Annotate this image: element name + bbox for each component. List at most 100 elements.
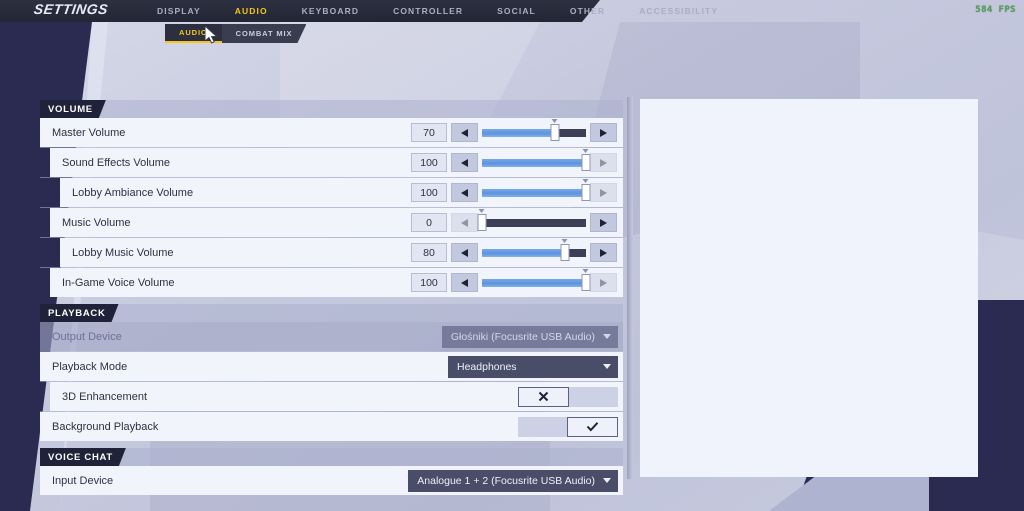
sub-tab-audio[interactable]: AUDIO bbox=[165, 24, 222, 43]
slider-notch-icon bbox=[561, 239, 568, 243]
setting-label: Output Device bbox=[52, 330, 122, 343]
toggle-3d-enhancement[interactable] bbox=[518, 386, 618, 407]
setting-label: 3D Enhancement bbox=[62, 390, 147, 403]
slider-increase-button[interactable] bbox=[590, 123, 617, 142]
slider-fill bbox=[482, 279, 586, 287]
setting-label: In-Game Voice Volume bbox=[62, 276, 175, 289]
slider-value[interactable]: 100 bbox=[411, 183, 447, 202]
setting-row-lobby-music-volume[interactable]: Lobby Music Volume 80 bbox=[60, 238, 623, 267]
nav-tab-audio[interactable]: AUDIO bbox=[218, 0, 285, 22]
page-title: SETTINGS bbox=[32, 1, 110, 17]
chevron-down-icon bbox=[603, 478, 611, 483]
slider-value[interactable]: 100 bbox=[411, 153, 447, 172]
slider-value[interactable]: 80 bbox=[411, 243, 447, 262]
slider-decrease-button[interactable] bbox=[451, 273, 478, 292]
caret-left-icon bbox=[461, 248, 468, 257]
slider-decrease-button[interactable] bbox=[451, 123, 478, 142]
slider-control: 100 bbox=[411, 269, 623, 292]
toggle-off-option[interactable] bbox=[518, 386, 569, 407]
toggle-background-playback[interactable] bbox=[518, 416, 618, 437]
slider-value[interactable]: 100 bbox=[411, 273, 447, 292]
slider-control: 100 bbox=[411, 149, 623, 172]
setting-row-music-volume[interactable]: Music Volume 0 bbox=[50, 208, 623, 237]
check-icon bbox=[586, 422, 599, 432]
slider-handle[interactable] bbox=[550, 124, 560, 141]
settings-panel: VOLUME Master Volume 70 Sound Effects Volum… bbox=[40, 100, 623, 502]
slider-control: 0 bbox=[411, 209, 623, 232]
setting-row-master-volume[interactable]: Master Volume 70 bbox=[40, 118, 623, 147]
slider-fill bbox=[482, 159, 586, 167]
caret-left-icon bbox=[461, 278, 468, 287]
setting-row-sound-effects-volume[interactable]: Sound Effects Volume 100 bbox=[50, 148, 623, 177]
slider-increase-button bbox=[590, 183, 617, 202]
caret-left-icon bbox=[461, 128, 468, 137]
slider-increase-button[interactable] bbox=[590, 243, 617, 262]
slider-value[interactable]: 70 bbox=[411, 123, 447, 142]
slider-control: 100 bbox=[411, 179, 623, 202]
dropdown-value: Analogue 1 + 2 (Focusrite USB Audio) bbox=[417, 474, 595, 487]
slider-track-area[interactable] bbox=[482, 149, 591, 172]
sub-tab-combat-mix[interactable]: COMBAT MIX bbox=[222, 24, 307, 43]
setting-row-in-game-voice-volume[interactable]: In-Game Voice Volume 100 bbox=[50, 268, 623, 297]
setting-row-input-device[interactable]: Input Device Analogue 1 + 2 (Focusrite US… bbox=[40, 466, 623, 495]
nav-tab-controller[interactable]: CONTROLLER bbox=[376, 0, 480, 22]
section-title-text: VOICE CHAT bbox=[48, 451, 113, 463]
slider-handle[interactable] bbox=[477, 214, 487, 231]
caret-left-icon bbox=[461, 218, 468, 227]
slider-decrease-button[interactable] bbox=[451, 153, 478, 172]
close-icon bbox=[538, 391, 549, 402]
sub-tab-bar: AUDIO COMBAT MIX bbox=[165, 24, 306, 43]
setting-label: Lobby Ambiance Volume bbox=[72, 186, 194, 199]
slider-track-area[interactable] bbox=[482, 239, 586, 262]
caret-right-icon bbox=[600, 248, 607, 257]
nav-tab-other[interactable]: OTHER bbox=[553, 0, 622, 22]
setting-row-output-device: Output Device Głośniki (Focusrite USB Aud… bbox=[40, 322, 623, 351]
slider-decrease-button[interactable] bbox=[451, 183, 478, 202]
caret-left-icon bbox=[461, 158, 468, 167]
slider-notch-icon bbox=[582, 179, 589, 183]
slider-increase-button bbox=[590, 153, 617, 172]
section-header-playback: PLAYBACK bbox=[40, 304, 623, 322]
dropdown-input-device[interactable]: Analogue 1 + 2 (Focusrite USB Audio) bbox=[408, 469, 618, 492]
section-title-text: PLAYBACK bbox=[48, 307, 106, 319]
slider-fill bbox=[482, 189, 586, 197]
setting-row-lobby-ambiance-volume[interactable]: Lobby Ambiance Volume 100 bbox=[60, 178, 623, 207]
section-title-tab: VOICE CHAT bbox=[40, 448, 126, 466]
chevron-down-icon bbox=[603, 364, 611, 369]
caret-right-icon bbox=[600, 128, 607, 137]
section-title-tab: PLAYBACK bbox=[40, 304, 119, 322]
slider-decrease-button[interactable] bbox=[451, 243, 478, 262]
slider-track-area[interactable] bbox=[482, 179, 591, 202]
slider-control: 80 bbox=[411, 239, 623, 262]
slider-notch-icon bbox=[582, 269, 589, 273]
nav-tab-social[interactable]: SOCIAL bbox=[480, 0, 553, 22]
nav-tab-display[interactable]: DISPLAY bbox=[140, 0, 218, 22]
setting-label: Background Playback bbox=[52, 420, 159, 433]
slider-track-area[interactable] bbox=[482, 269, 591, 292]
dropdown-playback-mode[interactable]: Headphones bbox=[448, 355, 618, 378]
setting-row-3d-enhancement[interactable]: 3D Enhancement bbox=[50, 382, 623, 411]
slider-increase-button bbox=[590, 273, 617, 292]
section-title-text: VOLUME bbox=[48, 103, 93, 115]
setting-label: Master Volume bbox=[52, 126, 126, 139]
toggle-on-option[interactable] bbox=[569, 386, 618, 407]
setting-row-background-playback[interactable]: Background Playback bbox=[40, 412, 623, 441]
slider-value[interactable]: 0 bbox=[411, 213, 447, 232]
setting-label: Input Device bbox=[52, 474, 114, 487]
section-rows: Output Device Głośniki (Focusrite USB Aud… bbox=[40, 322, 623, 441]
setting-label: Music Volume bbox=[62, 216, 131, 229]
nav-tab-accessibility[interactable]: ACCESSIBILITY bbox=[622, 0, 735, 22]
caret-right-icon bbox=[600, 188, 607, 197]
toggle-on-option[interactable] bbox=[567, 416, 618, 437]
nav-tab-keyboard[interactable]: KEYBOARD bbox=[285, 0, 376, 22]
slider-handle[interactable] bbox=[560, 244, 570, 261]
slider-increase-button[interactable] bbox=[590, 213, 617, 232]
slider-track-area[interactable] bbox=[477, 209, 586, 232]
toggle-off-option[interactable] bbox=[518, 416, 567, 437]
section-title-tab: VOLUME bbox=[40, 100, 106, 118]
slider-notch-icon bbox=[478, 209, 485, 213]
setting-row-playback-mode[interactable]: Playback Mode Headphones bbox=[40, 352, 623, 381]
slider-track-area[interactable] bbox=[482, 119, 586, 142]
